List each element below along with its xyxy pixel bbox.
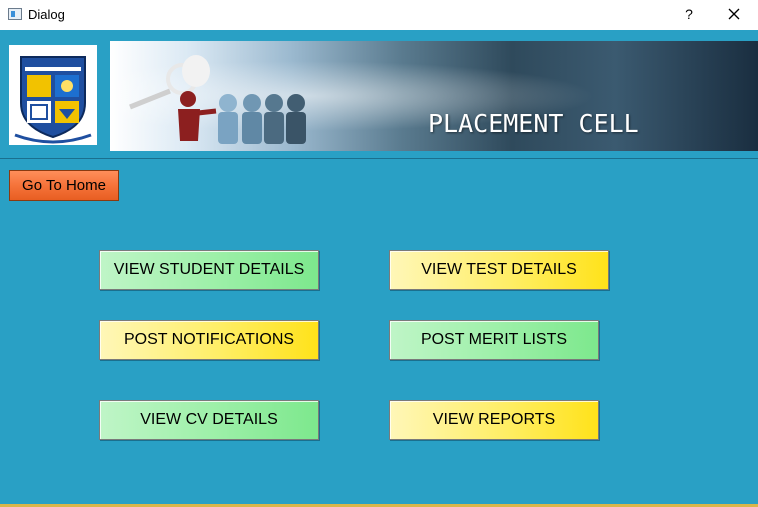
view-test-details-button[interactable]: VIEW TEST DETAILS <box>389 250 609 290</box>
window-title: Dialog <box>28 7 65 22</box>
go-to-home-button[interactable]: Go To Home <box>9 170 119 201</box>
view-cv-details-button[interactable]: VIEW CV DETAILS <box>99 400 319 440</box>
banner-title: PLACEMENT CELL <box>428 109 639 138</box>
college-crest-icon <box>9 45 97 145</box>
view-reports-button[interactable]: VIEW REPORTS <box>389 400 599 440</box>
close-icon <box>728 8 740 20</box>
window-icon <box>8 8 22 20</box>
dialog-content: PLACEMENT CELL Go To Home VIEW STUDENT D… <box>0 30 758 504</box>
title-bar: Dialog ? <box>0 0 758 30</box>
placement-banner: PLACEMENT CELL <box>110 41 758 151</box>
college-logo <box>9 45 97 145</box>
post-notifications-button[interactable]: POST NOTIFICATIONS <box>99 320 319 360</box>
view-student-details-button[interactable]: VIEW STUDENT DETAILS <box>99 250 319 290</box>
post-merit-lists-button[interactable]: POST MERIT LISTS <box>389 320 599 360</box>
help-button[interactable]: ? <box>680 5 698 23</box>
header-divider <box>0 158 758 159</box>
close-button[interactable] <box>722 4 746 24</box>
